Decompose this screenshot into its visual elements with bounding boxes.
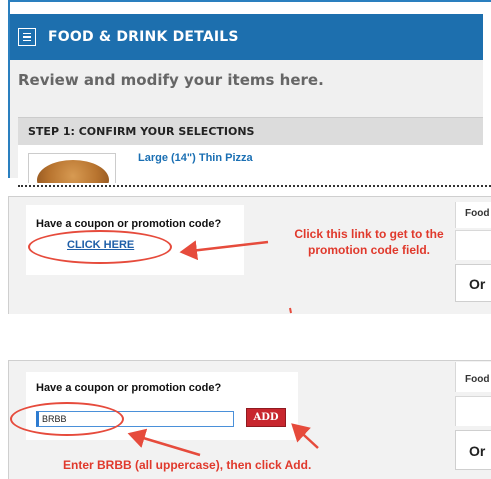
side-blank-cell [455, 396, 491, 426]
highlight-ellipse [28, 230, 172, 264]
page-subtitle: Review and modify your items here. [18, 71, 324, 89]
order-button[interactable]: Or [455, 264, 491, 302]
side-food-label: Food [455, 362, 491, 392]
annotation-click-link: Click this link to get to the promotion … [294, 227, 444, 257]
order-button[interactable]: Or [455, 430, 491, 470]
highlight-ellipse [10, 402, 124, 436]
annotation-enter-code: Enter BRBB (all uppercase), then click A… [63, 458, 312, 472]
coupon-question: Have a coupon or promotion code? [36, 218, 222, 230]
side-blank-cell [455, 230, 491, 260]
item-title-link[interactable]: Large (14") Thin Pizza [138, 152, 253, 164]
food-drink-header: FOOD & DRINK DETAILS [10, 14, 483, 60]
dotted-separator [18, 185, 491, 187]
add-button[interactable]: ADD [246, 408, 286, 427]
header-title: FOOD & DRINK DETAILS [48, 29, 239, 45]
step-1-bar: STEP 1: CONFIRM YOUR SELECTIONS [18, 117, 483, 145]
step-label: STEP 1: CONFIRM YOUR SELECTIONS [28, 125, 255, 138]
coupon-question: Have a coupon or promotion code? [36, 382, 222, 394]
side-food-label: Food [455, 202, 491, 228]
document-icon [18, 28, 36, 46]
pizza-image [28, 153, 116, 183]
selection-item: Large (14") Thin Pizza [18, 145, 483, 183]
